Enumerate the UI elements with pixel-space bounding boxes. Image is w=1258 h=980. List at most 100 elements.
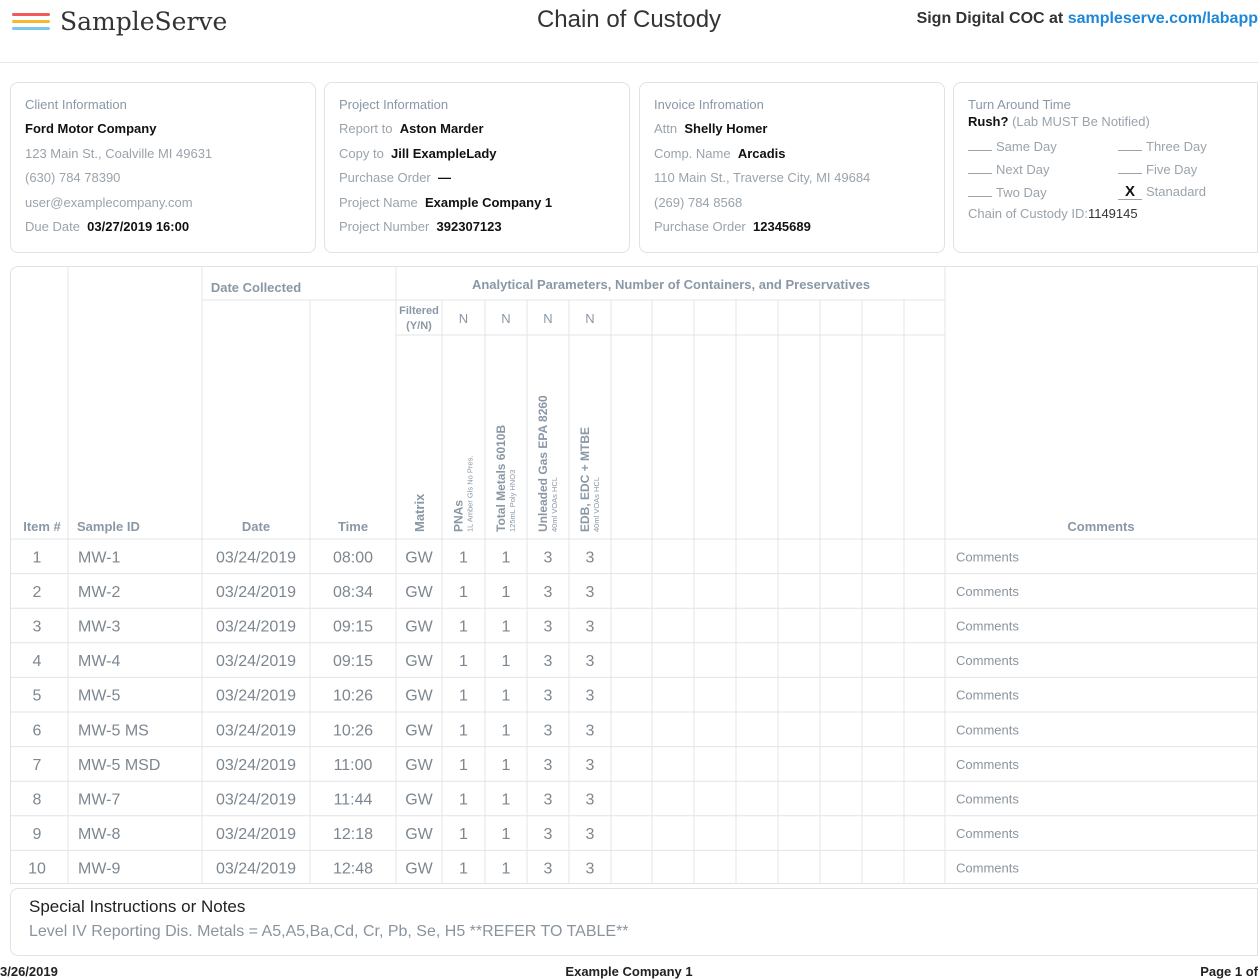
filtered-label-yn: (Y/N): [406, 320, 432, 332]
col-date-header: Date: [242, 519, 270, 534]
cell-time: 10:26: [333, 722, 373, 739]
cell-sample-id: MW-9: [78, 861, 120, 878]
report-to-value: Aston Marder: [399, 121, 484, 136]
notes-title: Special Instructions or Notes: [29, 897, 246, 916]
cell-time: 09:15: [333, 653, 373, 670]
col-sample-id-header: Sample ID: [77, 519, 140, 534]
notes-text[interactable]: Level IV Reporting Dis. Metals = A5,A5,B…: [29, 923, 1239, 941]
next-day-blank: [968, 161, 992, 174]
option-two-day[interactable]: Two Day: [968, 184, 1118, 200]
option-three-day[interactable]: Three Day: [1118, 138, 1228, 154]
five-day-blank: [1118, 161, 1142, 174]
cell-item: 6: [33, 722, 42, 739]
cell-date: 03/24/2019: [216, 722, 296, 739]
param-preservative: 40ml VOAs HCL: [550, 477, 559, 532]
cell-container-count: 1: [502, 826, 511, 843]
cell-comments: Comments: [956, 757, 1019, 772]
client-email: user@examplecompany.com: [25, 194, 193, 210]
cell-container-count: 3: [586, 722, 595, 739]
cell-container-count: 3: [544, 757, 553, 774]
project-info-title: Project Information: [339, 97, 449, 112]
cell-item: 7: [33, 757, 42, 774]
client-info-title: Client Information: [25, 97, 127, 112]
footer-page: Page 1 of: [1200, 964, 1258, 979]
invoice-info-title: Invoice Infromation: [654, 97, 764, 112]
client-name: Ford Motor Company: [25, 121, 157, 136]
comp-name-value: Arcadis: [737, 145, 786, 161]
cell-container-count: 1: [459, 826, 468, 843]
cell-container-count: 3: [544, 722, 553, 739]
col-item-header: Item #: [23, 519, 61, 534]
cell-container-count: 1: [502, 619, 511, 636]
cell-time: 09:15: [333, 619, 373, 636]
project-po-value: —: [438, 170, 451, 185]
cell-comments: Comments: [956, 826, 1019, 841]
cell-container-count: 1: [459, 757, 468, 774]
option-five-day[interactable]: Five Day: [1118, 161, 1228, 177]
cell-sample-id: MW-5 MS: [78, 722, 149, 739]
two-day-label: Two Day: [996, 185, 1047, 200]
cell-container-count: 3: [586, 584, 595, 601]
col-comments-header: Comments: [1067, 519, 1134, 534]
cell-sample-id: MW-1: [78, 549, 120, 566]
due-date-value: 03/27/2019 16:00: [87, 219, 190, 234]
comp-name-label: Comp. Name: [654, 145, 731, 161]
cell-date: 03/24/2019: [216, 549, 296, 566]
date-collected-header: Date Collected: [211, 280, 301, 295]
client-phone: (630) 784 78390: [25, 170, 121, 185]
cell-sample-id: MW-8: [78, 826, 120, 843]
client-info-card: Client Information Ford Motor Company 12…: [10, 82, 316, 253]
cell-container-count: 1: [502, 792, 511, 809]
cell-time: 12:48: [333, 861, 373, 878]
filtered-label: Filtered: [399, 305, 439, 317]
cell-container-count: 3: [544, 584, 553, 601]
cell-container-count: 3: [544, 826, 553, 843]
cell-sample-id: MW-7: [78, 792, 120, 809]
cell-container-count: 3: [586, 688, 595, 705]
option-next-day[interactable]: Next Day: [968, 161, 1118, 177]
param-name: EDB, EDC + MTBE: [578, 427, 592, 532]
param-name: PNAs: [452, 500, 466, 532]
cell-sample-id: MW-2: [78, 584, 120, 601]
cell-matrix: GW: [405, 653, 433, 670]
invoice-po-value: 12345689: [753, 219, 811, 234]
cell-sample-id: MW-5 MSD: [78, 757, 160, 774]
cell-time: 08:34: [333, 584, 373, 601]
five-day-label: Five Day: [1146, 162, 1198, 177]
three-day-blank: [1118, 138, 1142, 151]
cell-matrix: GW: [405, 757, 433, 774]
cell-container-count: 1: [459, 861, 468, 878]
coc-id-value: 1149145: [1087, 206, 1138, 221]
cell-sample-id: MW-4: [78, 653, 120, 670]
option-same-day[interactable]: Same Day: [968, 138, 1118, 154]
cell-item: 9: [33, 826, 42, 843]
cell-matrix: GW: [405, 792, 433, 809]
cell-container-count: 1: [502, 688, 511, 705]
copy-to-value: Jill ExampleLady: [391, 145, 497, 161]
project-number-label: Project Number: [339, 219, 430, 234]
rush-label: Rush?: [968, 114, 1009, 129]
option-standard[interactable]: X Stanadard: [1118, 184, 1228, 200]
cell-container-count: 3: [586, 757, 595, 774]
param-name: Unleaded Gas EPA 8260: [536, 395, 550, 532]
sign-link[interactable]: sampleserve.com/labapp: [1068, 10, 1258, 27]
cell-matrix: GW: [405, 584, 433, 601]
cell-comments: Comments: [956, 688, 1019, 703]
cell-container-count: 3: [586, 826, 595, 843]
cell-sample-id: MW-5: [78, 688, 120, 705]
cell-date: 03/24/2019: [216, 826, 296, 843]
due-date-label: Due Date: [25, 219, 80, 234]
turn-around-card: Turn Around Time Rush? (Lab MUST Be Noti…: [953, 82, 1258, 253]
cell-container-count: 1: [502, 722, 511, 739]
cell-time: 08:00: [333, 549, 373, 566]
invoice-po-label: Purchase Order: [654, 219, 746, 234]
cell-container-count: 1: [459, 653, 468, 670]
report-to-label: Report to: [339, 121, 393, 136]
cell-item: 5: [33, 688, 42, 705]
cell-container-count: 3: [586, 653, 595, 670]
cell-container-count: 3: [544, 792, 553, 809]
cell-date: 03/24/2019: [216, 584, 296, 601]
param-preservative: 125mL Poly HNO3: [508, 470, 517, 532]
cell-time: 12:18: [333, 826, 373, 843]
cell-container-count: 3: [544, 688, 553, 705]
